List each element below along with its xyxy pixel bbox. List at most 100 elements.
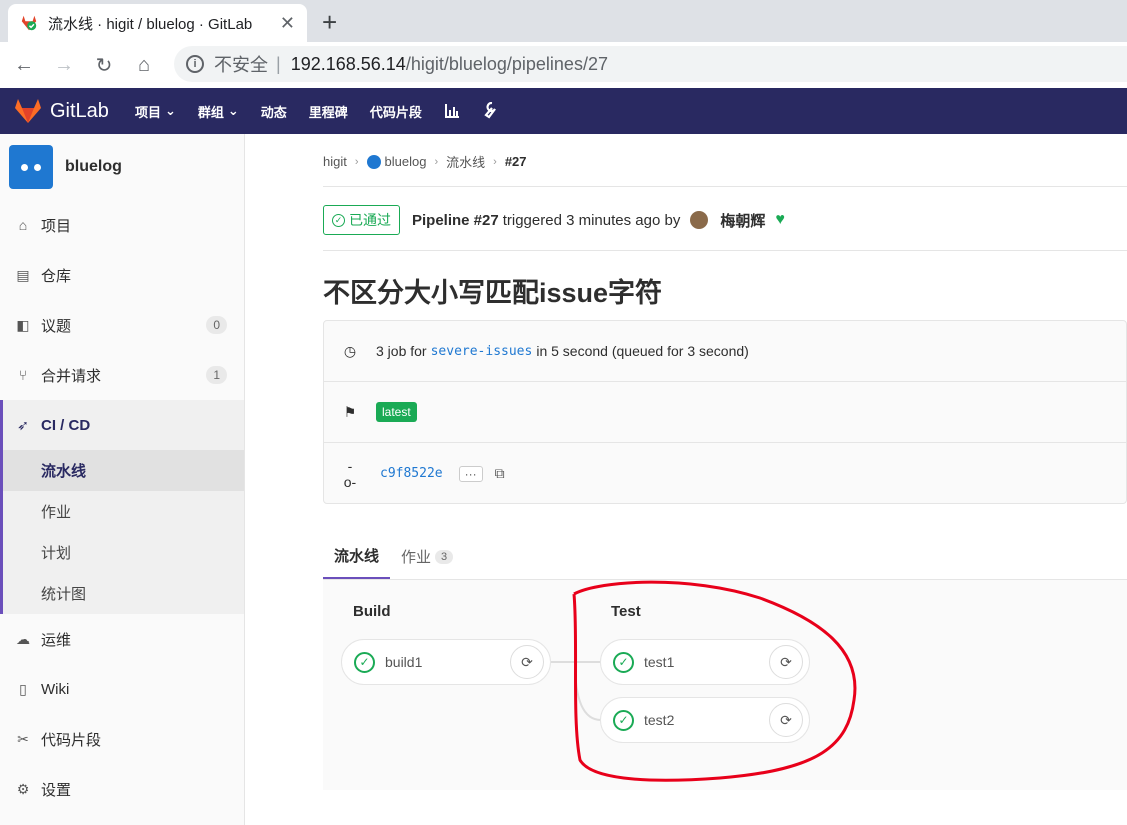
gear-icon: ⚙ — [16, 780, 30, 797]
home-icon: ⌂ — [18, 217, 28, 233]
tanuki-icon — [15, 99, 41, 123]
gitlab-brand: GitLab — [50, 99, 109, 122]
sidebar-subitem-schedules[interactable]: 计划 — [3, 532, 244, 573]
breadcrumb-project[interactable]: bluelog — [366, 154, 426, 170]
sidebar-item-settings[interactable]: ⚙ 设置 — [0, 764, 244, 814]
pipeline-label: Pipeline #27 — [412, 211, 499, 229]
sidebar-item-operations[interactable]: ☁ 运维 — [0, 614, 244, 664]
reload-icon[interactable]: ↻ — [84, 53, 124, 78]
pipeline-info-box: ◷ 3 job for severe-issues in 5 second (q… — [323, 320, 1127, 504]
main-content: higit › bluelog › 流水线 › #27 ✓ 已通过 Pipelin… — [245, 134, 1127, 825]
new-tab-icon[interactable]: + — [322, 8, 337, 36]
home-button-icon[interactable]: ⌂ — [124, 54, 164, 77]
project-name: bluelog — [65, 158, 122, 175]
clock-icon: ◷ — [343, 342, 357, 359]
copy-icon[interactable]: ⧉ — [495, 465, 505, 482]
triggered-text: triggered 3 minutes ago by — [502, 211, 681, 229]
gitlab-favicon-icon — [21, 15, 37, 31]
check-circle-icon: ✓ — [613, 709, 634, 731]
sidebar-ci-section: ➶ CI / CD 流水线 作业 计划 统计图 — [0, 400, 244, 614]
info-icon[interactable]: i — [186, 55, 204, 73]
job-build1[interactable]: ✓ build1 ⟳ — [341, 639, 551, 685]
jobs-count: 3 — [435, 549, 454, 564]
commit-sha-link[interactable]: c9f8522e — [380, 466, 443, 481]
chevron-down-icon: ⌄ — [164, 103, 176, 118]
nav-projects[interactable]: 项目 ⌄ — [135, 102, 176, 121]
merge-icon: ⑂ — [18, 367, 28, 383]
sidebar-subitem-pipelines[interactable]: 流水线 — [3, 450, 244, 491]
tab-jobs[interactable]: 作业 3 — [390, 534, 464, 579]
stage-connectors — [551, 661, 602, 721]
cloud-icon: ☁ — [16, 630, 30, 647]
check-circle-icon: ✓ — [354, 651, 375, 673]
flag-icon: ⚑ — [343, 403, 357, 420]
sidebar-item-snippets[interactable]: ✂ 代码片段 — [0, 714, 244, 764]
browser-tab[interactable]: 流水线 · higit / bluelog · GitLab ✕ — [8, 4, 307, 42]
chart-icon[interactable] — [444, 103, 460, 119]
tab-pipeline[interactable]: 流水线 — [323, 534, 391, 579]
sidebar-item-wiki[interactable]: ▯ Wiki — [0, 664, 244, 714]
address-bar[interactable]: i 不安全 | 192.168.56.14 /higit/bluelog/pip… — [174, 46, 1127, 82]
breadcrumb-current[interactable]: #27 — [505, 154, 527, 169]
job-test2[interactable]: ✓ test2 ⟳ — [600, 697, 810, 743]
sidebar-item-merge-requests[interactable]: ⑂ 合并请求 1 — [0, 350, 244, 400]
scissors-icon: ✂ — [17, 730, 29, 747]
retry-icon[interactable]: ⟳ — [769, 645, 803, 679]
issues-count: 0 — [206, 316, 227, 334]
back-icon[interactable]: ← — [4, 54, 44, 77]
expand-commit-button[interactable]: ··· — [458, 465, 483, 482]
forward-icon[interactable]: → — [44, 54, 84, 77]
job-test1[interactable]: ✓ test1 ⟳ — [600, 639, 810, 685]
chevron-right-icon: › — [493, 155, 497, 168]
chevron-down-icon: ⌄ — [227, 103, 239, 118]
user-name[interactable]: 梅朝辉 — [720, 210, 765, 231]
breadcrumb-group[interactable]: higit — [323, 154, 347, 169]
insecure-label: 不安全 — [214, 55, 268, 75]
sidebar-subitem-jobs[interactable]: 作业 — [3, 491, 244, 532]
breadcrumb-pipelines[interactable]: 流水线 — [446, 152, 485, 171]
divider — [323, 250, 1127, 251]
branch-link[interactable]: severe-issues — [431, 344, 533, 359]
tab-title: 流水线 · higit / bluelog · GitLab — [48, 15, 253, 33]
sidebar-item-repository[interactable]: ▤ 仓库 — [0, 250, 244, 300]
doc-icon: ▤ — [16, 266, 30, 283]
sidebar-item-issues[interactable]: ◧ 议题 0 — [0, 300, 244, 350]
status-badge[interactable]: ✓ 已通过 — [323, 205, 400, 235]
jobs-info-row: ◷ 3 job for severe-issues in 5 second (q… — [324, 321, 1126, 382]
browser-toolbar: ← → ↻ ⌂ i 不安全 | 192.168.56.14 /higit/blu… — [0, 42, 1127, 88]
project-dot-icon — [366, 155, 381, 170]
omnibox-separator: | — [276, 53, 281, 74]
wrench-icon[interactable] — [482, 102, 498, 120]
gitlab-navbar: GitLab 项目 ⌄ 群组 ⌄ 动态 里程碑 代码片段 — [0, 88, 1127, 134]
check-circle-icon: ✓ — [613, 651, 634, 673]
retry-icon[interactable]: ⟳ — [510, 645, 544, 679]
project-avatar — [9, 145, 53, 189]
check-circle-icon: ✓ — [332, 213, 345, 227]
close-tab-icon[interactable]: ✕ — [280, 13, 295, 34]
retry-icon[interactable]: ⟳ — [769, 703, 803, 737]
pipeline-tabs: 流水线 作业 3 — [323, 534, 1127, 580]
page-title: 不区分大小写匹配issue字符 — [323, 278, 663, 308]
nav-activity[interactable]: 动态 — [261, 102, 287, 121]
book-icon: ▯ — [19, 680, 27, 697]
sidebar-item-ci-cd[interactable]: ➶ CI / CD — [3, 400, 244, 450]
avatar[interactable] — [690, 211, 709, 229]
rocket-icon: ➶ — [17, 416, 29, 433]
pipeline-header: ✓ 已通过 Pipeline #27 triggered 3 minutes ag… — [323, 205, 785, 235]
sidebar-subitem-charts[interactable]: 统计图 — [3, 573, 244, 614]
issues-icon: ◧ — [16, 316, 30, 333]
chevron-right-icon: › — [434, 155, 439, 168]
gitlab-logo[interactable]: GitLab — [14, 98, 109, 124]
merge-requests-count: 1 — [206, 366, 227, 384]
nav-milestones[interactable]: 里程碑 — [309, 102, 348, 121]
project-header[interactable]: bluelog — [0, 134, 244, 200]
commit-icon: -o- — [343, 457, 357, 490]
nav-snippets[interactable]: 代码片段 — [370, 102, 422, 121]
tag-info-row: ⚑ latest — [324, 382, 1126, 443]
heart-icon: ♥ — [775, 211, 785, 228]
breadcrumb: higit › bluelog › 流水线 › #27 — [323, 152, 527, 171]
latest-badge: latest — [376, 402, 417, 422]
nav-groups[interactable]: 群组 ⌄ — [198, 102, 239, 121]
divider — [323, 186, 1127, 187]
sidebar-item-project[interactable]: ⌂ 项目 — [0, 200, 244, 250]
